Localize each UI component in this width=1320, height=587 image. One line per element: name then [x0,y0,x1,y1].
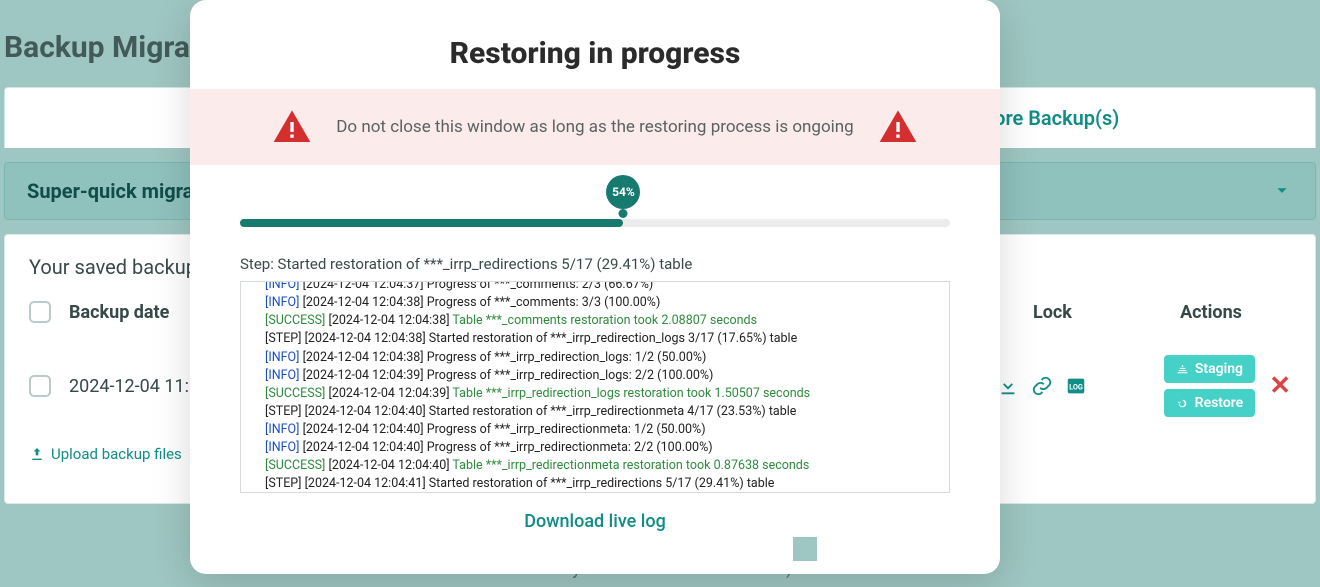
modal-title: Restoring in progress [190,36,1000,71]
delete-backup-icon[interactable]: ✕ [1269,371,1291,401]
log-line: [SUCCESS] [2024-12-04 12:04:38] Table **… [265,312,943,330]
progress-bar-dot [619,209,628,218]
col-header-lock: Lock [1033,302,1113,323]
step-prefix: Step: [240,255,278,273]
staging-button[interactable]: Staging [1164,355,1256,383]
log-line: [INFO] [2024-12-04 12:04:38] Progress of… [265,294,943,312]
log-icon[interactable]: LOG [1065,375,1087,397]
select-all-checkbox[interactable] [29,301,51,323]
chevron-down-icon [1271,180,1293,202]
restore-button[interactable]: Restore [1164,389,1256,417]
progress-bar-fill [240,219,623,227]
log-line: [INFO] [2024-12-04 12:04:40] Progress of… [265,421,943,439]
svg-text:LOG: LOG [1069,383,1083,392]
download-icon[interactable] [997,375,1019,397]
log-line: [SUCCESS] [2024-12-04 12:04:39] Table **… [265,385,943,403]
restore-button-label: Restore [1195,395,1244,411]
warning-icon [878,107,918,147]
log-line: [INFO] [2024-12-04 12:04:37] Progress of… [265,281,943,294]
link-icon[interactable] [1031,375,1053,397]
restore-log[interactable]: [INFO] [2024-12-04 12:04:37] Progress of… [240,281,950,493]
col-header-actions: Actions [1131,302,1291,323]
progress-bar-wrapper: 54% [240,211,950,239]
log-line: [INFO] [2024-12-04 12:04:40] Progress of… [265,439,943,457]
warning-icon [272,107,312,147]
restore-progress-modal: Restoring in progress Do not close this … [190,0,1000,574]
log-line: [INFO] [2024-12-04 12:04:38] Progress of… [265,349,943,367]
log-line: [STEP] [2024-12-04 12:04:41] Started res… [265,475,943,493]
download-live-log-link[interactable]: Download live log [190,511,1000,532]
row-select-checkbox[interactable] [29,375,51,397]
staging-button-label: Staging [1195,361,1243,377]
log-line: [STEP] [2024-12-04 12:04:40] Started res… [265,403,943,421]
modal-warning-text: Do not close this window as long as the … [336,117,853,137]
current-step-line: Step: Started restoration of ***_irrp_re… [240,255,950,273]
modal-warning-banner: Do not close this window as long as the … [190,89,1000,165]
progress-percent-bubble: 54% [606,175,640,209]
upload-backup-label: Upload backup files [51,445,182,463]
log-line: [STEP] [2024-12-04 12:04:38] Started res… [265,330,943,348]
step-text: Started restoration of ***_irrp_redirect… [278,255,693,273]
log-line: [SUCCESS] [2024-12-04 12:04:40] Table **… [265,457,943,475]
decorative-square [793,537,817,561]
log-line: [INFO] [2024-12-04 12:04:39] Progress of… [265,367,943,385]
progress-bar-track [240,219,950,227]
